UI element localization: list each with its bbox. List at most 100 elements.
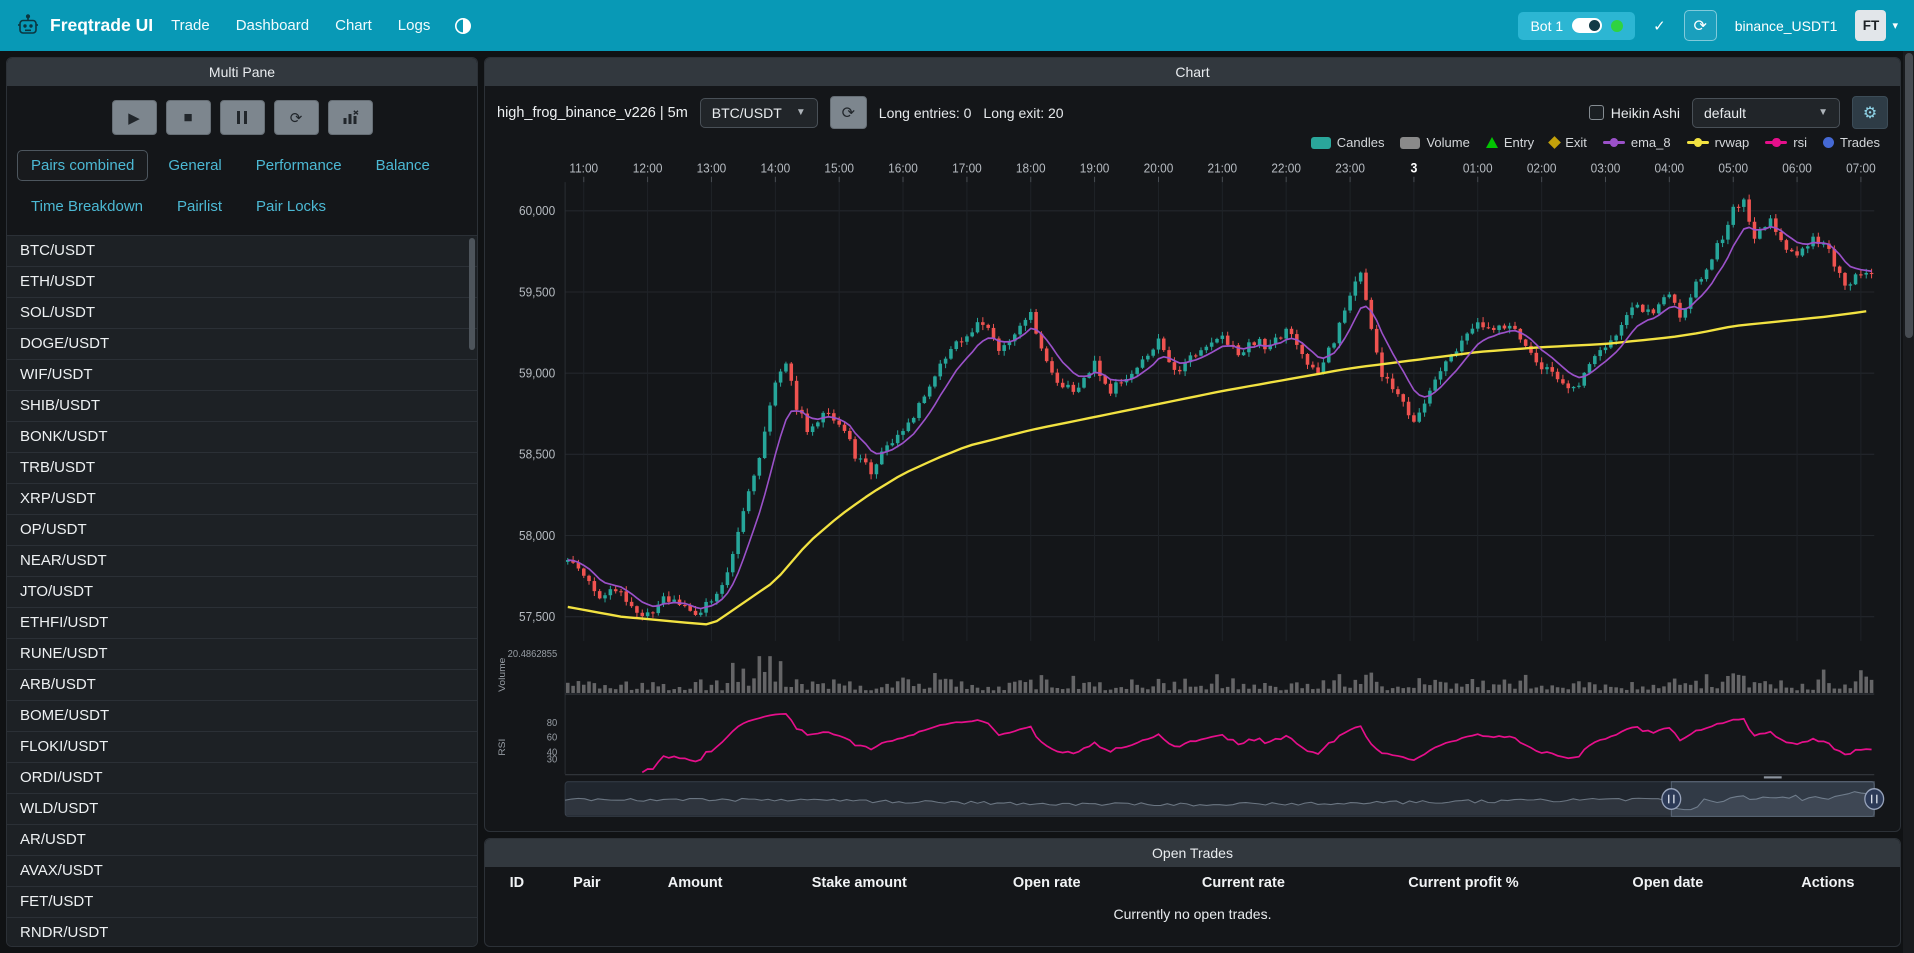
pair-row-op-usdt[interactable]: OP/USDT [7,515,477,546]
nav-item-dashboard[interactable]: Dashboard [236,17,309,34]
plot-settings-button[interactable]: ⚙ [1852,96,1888,129]
rsi-marker-icon [1765,141,1787,144]
gear-icon: ⚙ [1863,105,1877,122]
user-menu[interactable]: FT ▾ [1855,10,1898,41]
avatar[interactable]: FT [1855,10,1886,41]
pair-row-rune-usdt[interactable]: RUNE/USDT [7,639,477,670]
clear-chart-button[interactable] [328,100,373,135]
navigator-handle-right[interactable] [1865,789,1884,810]
pair-row-rndr-usdt[interactable]: RNDR/USDT [7,918,477,946]
open-trades-header: Open Trades [485,839,1900,867]
legend-volume[interactable]: Volume [1400,135,1469,150]
tab-time-breakdown[interactable]: Time Breakdown [17,191,157,222]
svg-text:57,500: 57,500 [519,610,555,625]
tab-pairs-combined[interactable]: Pairs combined [17,150,148,181]
pair-row-ethfi-usdt[interactable]: ETHFI/USDT [7,608,477,639]
legend-label: ema_8 [1631,135,1671,150]
pair-select[interactable]: BTC/USDT ▼ [700,98,818,128]
bot-toggle[interactable] [1572,18,1602,33]
reload-config-button[interactable]: ⟳ [274,100,319,135]
long-exit-label: Long exit: 20 [983,105,1063,121]
legend-label: rvwap [1715,135,1750,150]
multi-pane-panel: Multi Pane ▶ ■ ⟳ Pairs combinedGeneralPe… [6,57,478,947]
legend-ema-8[interactable]: ema_8 [1603,135,1671,150]
reload-bot-button[interactable]: ⟳ [1684,10,1717,41]
pair-row-btc-usdt[interactable]: BTC/USDT [7,236,477,267]
page-scrollbar-thumb[interactable] [1905,53,1913,338]
tab-performance[interactable]: Performance [242,150,356,181]
legend-entry[interactable]: Entry [1486,135,1534,150]
pair-list-scrollbar[interactable] [469,238,475,350]
chevron-down-icon: ▼ [1818,107,1828,118]
top-navbar: Freqtrade UI Trade Dashboard Chart Logs Bot… [0,0,1914,51]
navigator[interactable] [565,776,1884,816]
heikin-ashi-checkbox[interactable] [1589,105,1604,120]
pair-row-wld-usdt[interactable]: WLD/USDT [7,794,477,825]
trades-marker-icon [1823,137,1834,148]
svg-text:3: 3 [1410,160,1417,176]
table-row: Currently no open trades. [485,899,1900,929]
play-icon: ▶ [128,109,140,127]
col-pair: Pair [549,867,625,899]
pause-bot-button[interactable] [220,100,265,135]
bot-selector[interactable]: Bot 1 [1518,12,1635,40]
legend-exit[interactable]: Exit [1550,135,1587,150]
heikin-ashi-toggle[interactable]: Heikin Ashi [1589,105,1680,121]
freqtrade-logo-icon [16,14,40,38]
pair-row-avax-usdt[interactable]: AVAX/USDT [7,856,477,887]
brand[interactable]: Freqtrade UI [16,14,153,38]
reload-icon: ⟳ [1694,16,1707,36]
pair-row-xrp-usdt[interactable]: XRP/USDT [7,484,477,515]
pair-row-floki-usdt[interactable]: FLOKI/USDT [7,732,477,763]
pair-row-bonk-usdt[interactable]: BONK/USDT [7,422,477,453]
chart-panel-header: Chart [485,58,1900,86]
pair-row-ordi-usdt[interactable]: ORDI/USDT [7,763,477,794]
tab-pair-locks[interactable]: Pair Locks [242,191,340,222]
svg-text:15:00: 15:00 [824,161,854,176]
empty-message: Currently no open trades. [485,899,1900,929]
navigator-handle-left[interactable] [1662,789,1681,810]
pair-row-sol-usdt[interactable]: SOL/USDT [7,298,477,329]
nav-item-logs[interactable]: Logs [398,17,431,34]
exit-marker-icon [1548,136,1561,149]
legend-candles[interactable]: Candles [1311,135,1385,150]
svg-text:RSI: RSI [497,739,507,756]
refresh-chart-button[interactable]: ⟳ [830,96,867,129]
legend-label: rsi [1793,135,1807,150]
stop-bot-button[interactable]: ■ [166,100,211,135]
strategy-timeframe-label: high_frog_binance_v226 | 5m [497,105,688,121]
legend-rvwap[interactable]: rvwap [1687,135,1750,150]
svg-text:07:00: 07:00 [1846,161,1876,176]
tab-general[interactable]: General [154,150,235,181]
plot-config-select[interactable]: default ▼ [1692,98,1840,128]
legend-trades[interactable]: Trades [1823,135,1880,150]
rvwap-marker-icon [1687,141,1709,144]
pair-row-eth-usdt[interactable]: ETH/USDT [7,267,477,298]
nav-item-trade[interactable]: Trade [171,17,210,34]
pair-row-arb-usdt[interactable]: ARB/USDT [7,670,477,701]
pair-row-near-usdt[interactable]: NEAR/USDT [7,546,477,577]
theme-toggle-icon[interactable] [454,17,472,35]
start-bot-button[interactable]: ▶ [112,100,157,135]
rsi-pane: 80604030RSI [497,714,1871,773]
pair-row-bome-usdt[interactable]: BOME/USDT [7,701,477,732]
col-current-rate: Current rate [1140,867,1347,899]
pair-row-shib-usdt[interactable]: SHIB/USDT [7,391,477,422]
rvwap-line [568,311,1866,624]
svg-text:30: 30 [547,754,558,765]
legend-label: Entry [1504,135,1534,150]
pair-row-fet-usdt[interactable]: FET/USDT [7,887,477,918]
pair-row-trb-usdt[interactable]: TRB/USDT [7,453,477,484]
svg-text:16:00: 16:00 [888,161,918,176]
pair-row-ar-usdt[interactable]: AR/USDT [7,825,477,856]
pair-row-wif-usdt[interactable]: WIF/USDT [7,360,477,391]
toggle-knob [1589,20,1600,31]
pair-row-doge-usdt[interactable]: DOGE/USDT [7,329,477,360]
tab-balance[interactable]: Balance [362,150,444,181]
nav-item-chart[interactable]: Chart [335,17,372,34]
candlestick-chart[interactable]: 60,00059,50059,00058,50058,00057,50011:0… [491,154,1894,825]
legend-rsi[interactable]: rsi [1765,135,1807,150]
tab-pairlist[interactable]: Pairlist [163,191,236,222]
svg-text:03:00: 03:00 [1591,161,1621,176]
pair-row-jto-usdt[interactable]: JTO/USDT [7,577,477,608]
